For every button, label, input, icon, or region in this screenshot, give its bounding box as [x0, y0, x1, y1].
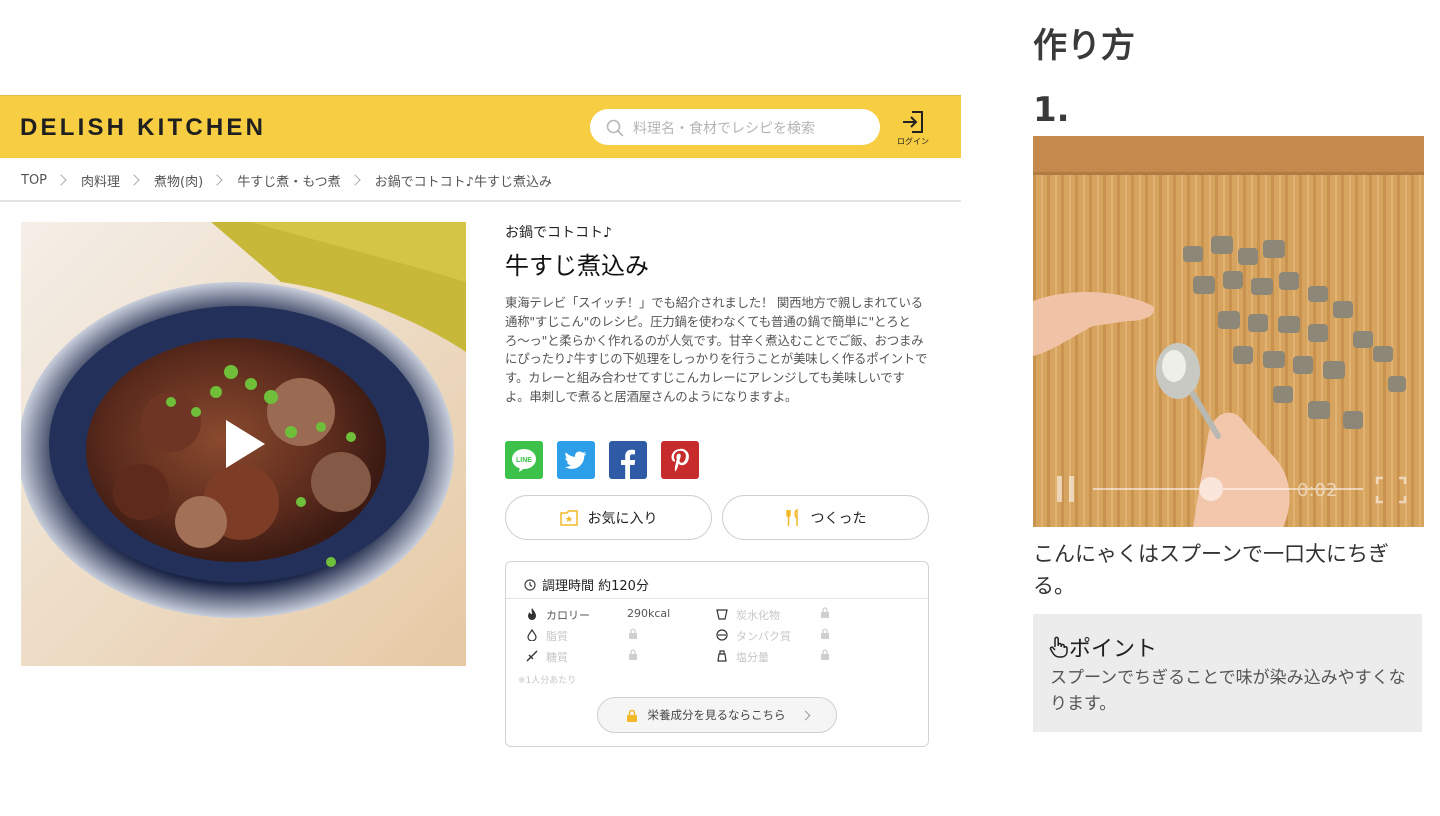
- calorie-row: カロリー: [526, 607, 590, 623]
- lock-icon: [821, 628, 829, 639]
- nutrition-divider: [506, 598, 928, 599]
- protein-label: タンパク質: [736, 630, 791, 643]
- sugar-icon: [526, 650, 538, 665]
- clock-icon: [524, 578, 536, 591]
- chevron-right-icon: [128, 174, 140, 186]
- breadcrumb-meat[interactable]: 肉料理: [81, 171, 120, 190]
- search-placeholder: 料理名・食材でレシピを検索: [633, 121, 815, 137]
- line-icon: LINE: [512, 449, 536, 472]
- per-serving-note: ※1人分あたり: [518, 676, 577, 686]
- lock-icon: [821, 607, 829, 618]
- fat-row: 脂質: [526, 628, 568, 644]
- calorie-value: 290kcal: [627, 607, 671, 620]
- carb-row: 炭水化物: [716, 607, 780, 623]
- breadcrumb-suji[interactable]: 牛すじ煮・もつ煮: [237, 171, 340, 190]
- recipe-video[interactable]: [21, 222, 466, 666]
- fat-label: 脂質: [546, 630, 568, 643]
- nutrition-panel: 調理時間 約120分 カロリー 290kcal 脂質 糖質 炭水化物 タンパク質: [505, 561, 929, 747]
- login-icon: [903, 111, 923, 133]
- recipe-description: 東海テレビ「スイッチ！」でも紹介されました！ 関西地方で親しまれている通称"すじ…: [505, 295, 928, 404]
- breadcrumb-top[interactable]: TOP: [21, 173, 47, 188]
- fork-knife-icon: [785, 508, 798, 526]
- pinterest-share-button[interactable]: [661, 441, 699, 479]
- lock-icon: [821, 649, 829, 660]
- login-button[interactable]: ログイン: [896, 109, 930, 149]
- lock-icon: [629, 628, 637, 639]
- bowl-icon: [716, 608, 728, 623]
- step-number: 1.: [1033, 90, 1070, 130]
- salt-label: 塩分量: [736, 651, 769, 664]
- made-label: つくった: [810, 510, 867, 527]
- cook-time-text: 調理時間 約120分: [542, 579, 649, 594]
- recipe-photo: [21, 222, 466, 666]
- nutrition-unlock-label: 栄養成分を見るならこちら: [647, 708, 786, 722]
- flame-icon: [526, 607, 538, 623]
- cook-time: 調理時間 約120分: [524, 575, 649, 594]
- lock-icon: [626, 709, 637, 722]
- calorie-label: カロリー: [546, 609, 590, 622]
- salt-shaker-icon: [716, 649, 728, 665]
- folder-star-icon: [559, 509, 578, 526]
- twitter-icon: [565, 451, 587, 469]
- egg-icon: [716, 628, 728, 644]
- facebook-share-button[interactable]: [609, 441, 647, 479]
- steps-heading: 作り方: [1033, 26, 1135, 66]
- lock-icon: [629, 649, 637, 660]
- twitter-share-button[interactable]: [557, 441, 595, 479]
- line-icon-text: LINE: [516, 457, 532, 464]
- login-label: ログイン: [897, 137, 929, 146]
- chevron-right-icon: [211, 174, 223, 186]
- video-time: 0:02: [1297, 480, 1337, 501]
- point-box: ポイント スプーンでちぎることで味が染み込みやすくなります。: [1033, 614, 1422, 732]
- line-share-button[interactable]: LINE: [505, 441, 543, 479]
- search-input[interactable]: 料理名・食材でレシピを検索: [590, 109, 880, 145]
- share-buttons: LINE: [505, 441, 699, 479]
- site-header: DELISH KITCHEN 料理名・食材でレシピを検索 ログイン: [0, 95, 961, 158]
- point-text: スプーンでちぎることで味が染み込みやすくなります。: [1050, 668, 1406, 714]
- facebook-icon: [621, 449, 636, 479]
- breadcrumb-stew[interactable]: 煮物(肉): [154, 171, 203, 190]
- made-button[interactable]: つくった: [722, 495, 929, 540]
- nutrition-unlock-button[interactable]: 栄養成分を見るならこちら: [597, 697, 837, 733]
- salt-row: 塩分量: [716, 649, 769, 665]
- point-title: ポイント: [1049, 631, 1157, 663]
- sugar-row: 糖質: [526, 649, 568, 665]
- pointing-hand-icon: [1049, 636, 1068, 658]
- step-video[interactable]: 0:02: [1033, 136, 1424, 527]
- carb-label: 炭水化物: [736, 609, 780, 622]
- breadcrumb-current: お鍋でコトコト♪牛すじ煮込み: [374, 174, 552, 190]
- chevron-right-icon: [349, 174, 361, 186]
- drop-icon: [526, 628, 538, 644]
- recipe-subtitle: お鍋でコトコト♪: [505, 225, 612, 241]
- favorite-label: お気に入り: [587, 510, 658, 527]
- chevron-right-icon: [55, 174, 67, 186]
- sugar-label: 糖質: [546, 651, 568, 664]
- chevron-right-icon: [800, 710, 810, 720]
- site-logo[interactable]: DELISH KITCHEN: [20, 114, 266, 142]
- pinterest-icon: [671, 448, 689, 472]
- recipe-title: 牛すじ煮込み: [505, 252, 649, 280]
- step-video-frame: 0:02: [1033, 136, 1424, 527]
- step-instruction: こんにゃくはスプーンで一口大にちぎる。: [1033, 542, 1389, 598]
- point-title-text: ポイント: [1069, 637, 1158, 662]
- breadcrumb: TOP 肉料理 煮物(肉) 牛すじ煮・もつ煮 お鍋でコトコト♪牛すじ煮込み: [21, 170, 552, 190]
- favorite-button[interactable]: お気に入り: [505, 495, 712, 540]
- protein-row: タンパク質: [716, 628, 791, 644]
- header-divider: [0, 200, 961, 202]
- search-icon: [606, 119, 624, 137]
